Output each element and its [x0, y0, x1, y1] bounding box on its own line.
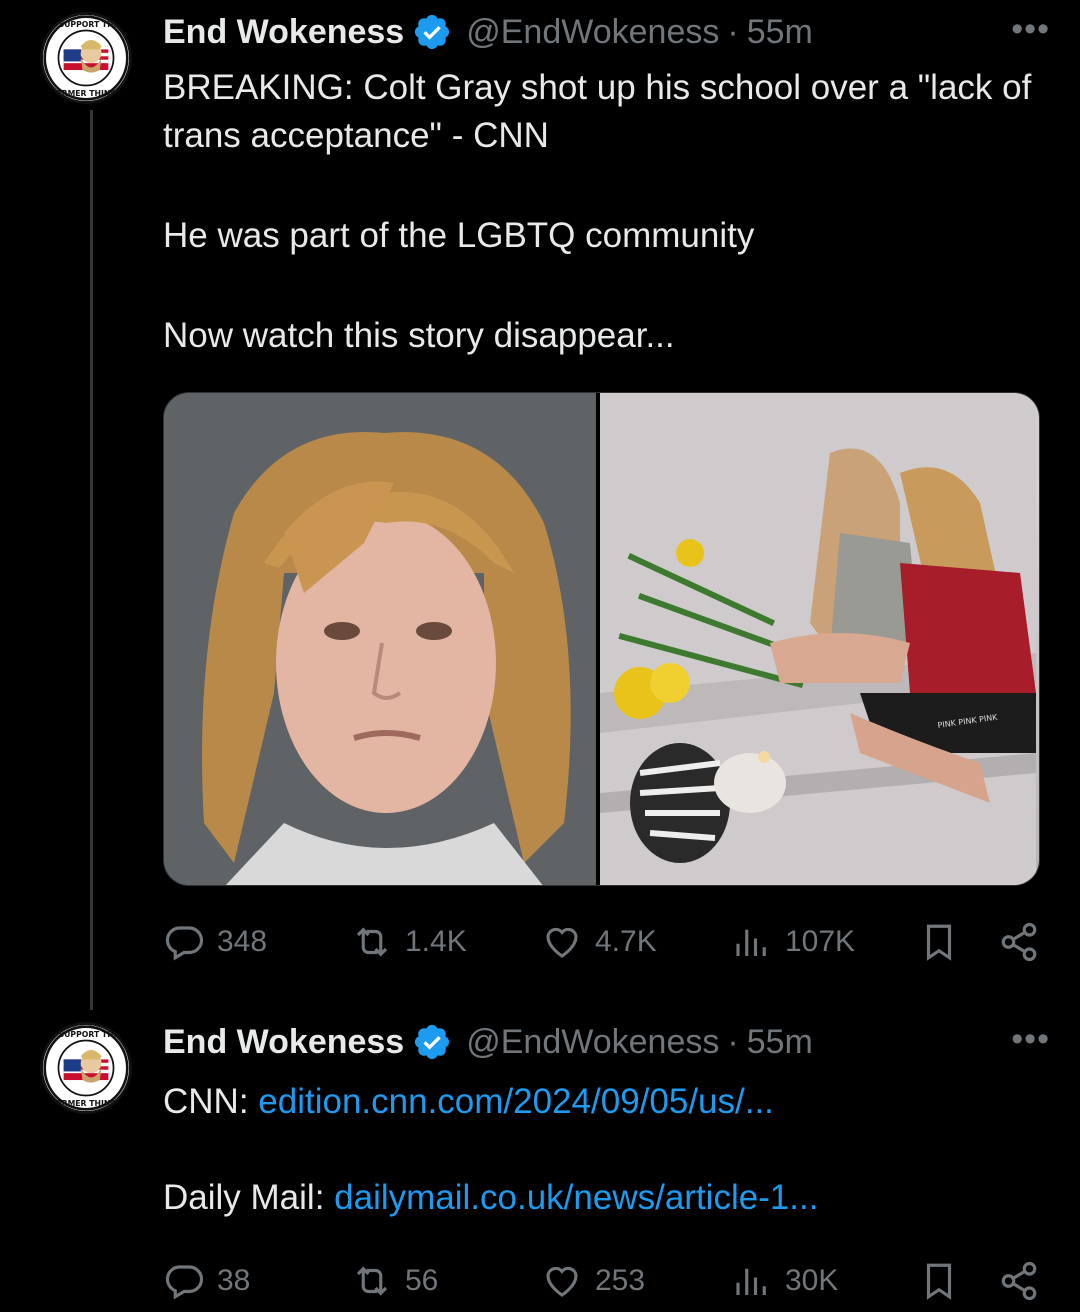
repost-icon — [356, 1266, 388, 1296]
views-count: 107K — [785, 925, 856, 958]
reply-count: 38 — [217, 1264, 251, 1297]
reply-count: 348 — [217, 925, 268, 958]
reply-icon — [165, 926, 204, 961]
avatar[interactable]: I SUPPORT THE FORMER THINGS — [40, 12, 132, 104]
mugshot-illustration — [164, 393, 596, 885]
tweet[interactable]: I SUPPORT THE FORMER THINGS End Wokeness… — [0, 0, 1080, 1010]
dailymail-link[interactable]: dailymail.co.uk/news/article-1... — [334, 1178, 818, 1217]
like-button[interactable]: 4.7K — [541, 917, 657, 967]
author-name[interactable]: End Wokeness — [163, 13, 404, 52]
more-icon[interactable]: ••• — [1011, 10, 1050, 49]
avatar-logo-icon: I SUPPORT THE FORMER THINGS — [43, 15, 129, 101]
repost-button[interactable]: 56 — [351, 1256, 438, 1306]
avatar-logo-icon: I SUPPORT THE FORMER THINGS — [43, 1025, 129, 1111]
reply-button[interactable]: 348 — [163, 917, 267, 967]
verified-badge-icon — [415, 1024, 450, 1060]
like-button[interactable]: 253 — [541, 1256, 645, 1306]
svg-text:I SUPPORT THE: I SUPPORT THE — [53, 20, 119, 29]
thread-connector-line — [90, 110, 93, 1010]
author-handle[interactable]: @EndWokeness — [466, 13, 719, 52]
memorial-illustration: PINK PINK PINK — [600, 393, 1036, 885]
repost-count: 56 — [405, 1264, 439, 1297]
views-button[interactable]: 107K — [731, 917, 855, 967]
link-label: Daily Mail: — [163, 1178, 335, 1217]
like-icon — [546, 927, 578, 958]
views-icon — [736, 929, 766, 956]
tweet-media[interactable]: PINK PINK PINK — [163, 392, 1040, 886]
more-icon[interactable]: ••• — [1011, 1020, 1050, 1059]
svg-text:FORMER THINGS: FORMER THINGS — [50, 89, 122, 98]
author-handle[interactable]: @EndWokeness — [466, 1023, 719, 1062]
share-icon — [1001, 922, 1037, 962]
bookmark-icon — [926, 924, 952, 961]
bookmark-button[interactable] — [918, 1260, 960, 1310]
tweet-actions: 38 56 253 30K — [163, 1256, 1040, 1306]
svg-text:FORMER THINGS: FORMER THINGS — [50, 1099, 122, 1108]
bookmark-icon — [926, 1263, 952, 1300]
avatar[interactable]: I SUPPORT THE FORMER THINGS — [40, 1022, 132, 1114]
reply-icon — [165, 1265, 204, 1300]
svg-text:I SUPPORT THE: I SUPPORT THE — [53, 1030, 119, 1039]
photo-mugshot[interactable] — [164, 393, 600, 885]
author-name[interactable]: End Wokeness — [163, 1023, 404, 1062]
tweet-header: End Wokeness @EndWokeness · 55m ••• — [163, 1020, 1050, 1064]
tweet-text-line: Now watch this story disappear... — [163, 316, 675, 355]
tweet-text-line: CNN: edition.cnn.com/2024/09/05/us/... — [163, 1078, 1040, 1126]
tweet-text-line: He was part of the LGBTQ community — [163, 216, 755, 255]
photo-memorial[interactable]: PINK PINK PINK — [600, 393, 1039, 885]
views-button[interactable]: 30K — [731, 1256, 838, 1306]
reply-button[interactable]: 38 — [163, 1256, 250, 1306]
like-count: 253 — [595, 1264, 646, 1297]
verified-badge-icon — [415, 14, 450, 50]
share-button[interactable] — [998, 1260, 1040, 1310]
repost-button[interactable]: 1.4K — [351, 917, 467, 967]
bookmark-button[interactable] — [918, 921, 960, 971]
tweet[interactable]: I SUPPORT THE FORMER THINGS End Wokeness… — [0, 1010, 1080, 1312]
tweet-text-line: Daily Mail: dailymail.co.uk/news/article… — [163, 1174, 1040, 1222]
tweet-header: End Wokeness @EndWokeness · 55m ••• — [163, 10, 1050, 54]
like-count: 4.7K — [595, 925, 657, 958]
cnn-link[interactable]: edition.cnn.com/2024/09/05/us/... — [258, 1082, 774, 1121]
like-icon — [546, 1266, 578, 1297]
timestamp[interactable]: 55m — [747, 1023, 813, 1062]
views-icon — [736, 1268, 766, 1295]
separator-dot: · — [727, 1022, 739, 1061]
share-icon — [1001, 1261, 1037, 1301]
share-button[interactable] — [998, 921, 1040, 971]
tweet-text-line: BREAKING: Colt Gray shot up his school o… — [163, 68, 1032, 155]
views-count: 30K — [785, 1264, 839, 1297]
timestamp[interactable]: 55m — [747, 13, 813, 52]
repost-icon — [356, 927, 388, 957]
repost-count: 1.4K — [405, 925, 467, 958]
separator-dot: · — [727, 12, 739, 51]
tweet-actions: 348 1.4K 4.7K 107K — [163, 917, 1040, 967]
link-label: CNN: — [163, 1082, 259, 1121]
